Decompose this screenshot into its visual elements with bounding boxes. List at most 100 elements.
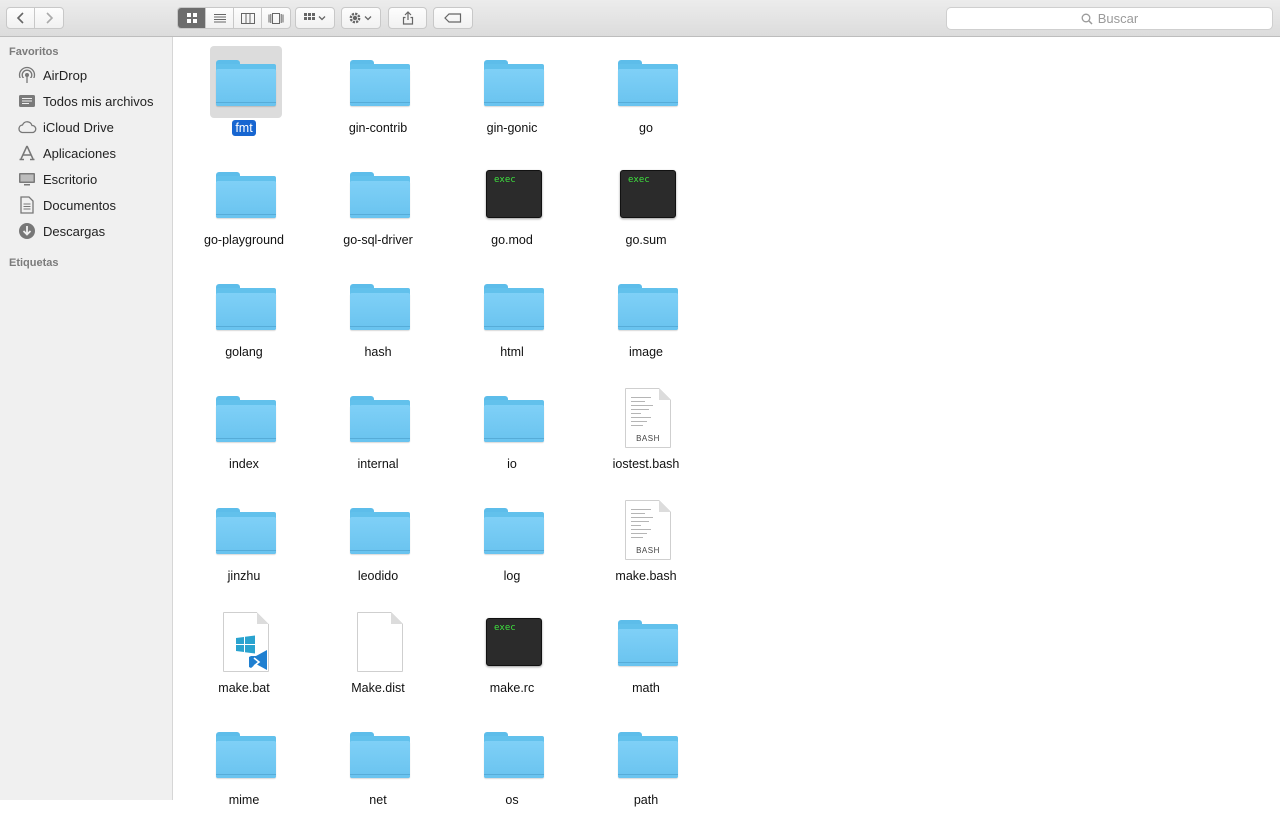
file-kind-label: BASH <box>636 546 660 555</box>
file-item[interactable]: exec go.mod <box>445 158 579 258</box>
all-files-icon <box>17 91 37 111</box>
sidebar-item-documents[interactable]: Documentos <box>0 193 172 217</box>
sidebar-item-airdrop[interactable]: AirDrop <box>0 63 172 87</box>
file-icon-container <box>478 718 550 790</box>
file-item[interactable]: net <box>311 718 445 818</box>
bash-script-icon: BASH <box>625 500 671 560</box>
file-item[interactable]: math <box>579 606 713 706</box>
gear-icon <box>349 12 372 24</box>
file-item[interactable]: Make.dist <box>311 606 445 706</box>
file-item[interactable]: image <box>579 270 713 370</box>
file-icon-container <box>612 270 684 342</box>
file-item[interactable]: go-sql-driver <box>311 158 445 258</box>
file-item[interactable]: exec make.rc <box>445 606 579 706</box>
column-view-button[interactable] <box>234 8 262 28</box>
icon-grid-icon <box>186 13 197 23</box>
file-icon-container <box>478 46 550 118</box>
file-item[interactable]: leodido <box>311 494 445 594</box>
icon-view-button[interactable] <box>178 8 206 28</box>
file-icon-container <box>344 382 416 454</box>
sidebar: Favoritos AirDrop Todos mis archivos iCl… <box>0 37 173 800</box>
vscode-document-icon <box>223 612 269 672</box>
search-icon <box>1081 13 1093 25</box>
file-item[interactable]: BASH make.bash <box>579 494 713 594</box>
file-item[interactable]: log <box>445 494 579 594</box>
file-name: html <box>500 345 524 359</box>
file-name: index <box>229 457 259 471</box>
folder-icon <box>618 618 678 666</box>
file-icon-container <box>210 46 282 118</box>
exec-badge: exec <box>494 175 516 185</box>
file-item[interactable]: go-playground <box>177 158 311 258</box>
sidebar-item-applications[interactable]: Aplicaciones <box>0 141 172 165</box>
file-item[interactable]: path <box>579 718 713 818</box>
terminal-exec-icon: exec <box>486 170 542 218</box>
file-name: internal <box>357 457 399 471</box>
sidebar-item-desktop[interactable]: Escritorio <box>0 167 172 191</box>
file-name: make.bat <box>218 681 270 695</box>
file-item[interactable]: gin-contrib <box>311 46 445 146</box>
action-button[interactable] <box>341 7 381 29</box>
chevron-left-icon <box>16 12 24 24</box>
file-name: go-playground <box>204 233 284 247</box>
search-field[interactable]: Buscar <box>946 7 1273 30</box>
terminal-exec-icon: exec <box>620 170 676 218</box>
file-item[interactable]: gin-gonic <box>445 46 579 146</box>
tags-button[interactable] <box>433 7 473 29</box>
sidebar-item-label: Aplicaciones <box>43 145 116 161</box>
list-view-button[interactable] <box>206 8 234 28</box>
file-icon-container <box>612 46 684 118</box>
back-button[interactable] <box>7 8 35 28</box>
gallery-view-button[interactable] <box>262 8 290 28</box>
tag-icon <box>444 13 462 23</box>
folder-icon <box>350 170 410 218</box>
file-item[interactable]: hash <box>311 270 445 370</box>
file-item[interactable]: jinzhu <box>177 494 311 594</box>
file-item[interactable]: mime <box>177 718 311 818</box>
file-icon-container <box>612 718 684 790</box>
file-name: net <box>369 793 387 807</box>
file-item[interactable]: exec go.sum <box>579 158 713 258</box>
favorites-header: Favoritos <box>9 46 59 58</box>
sidebar-item-all-files[interactable]: Todos mis archivos <box>0 89 172 113</box>
file-icon-container <box>210 270 282 342</box>
file-item[interactable]: BASH iostest.bash <box>579 382 713 482</box>
bash-script-icon: BASH <box>625 388 671 448</box>
file-name: leodido <box>357 569 399 583</box>
file-name: io <box>507 457 517 471</box>
file-icon-container: exec <box>478 158 550 230</box>
nav-buttons <box>6 7 64 29</box>
file-icon-container <box>478 494 550 566</box>
file-item[interactable]: make.bat <box>177 606 311 706</box>
sidebar-item-icloud-drive[interactable]: iCloud Drive <box>0 115 172 139</box>
folder-icon <box>618 282 678 330</box>
file-icon-container <box>210 718 282 790</box>
arrange-button[interactable] <box>295 7 335 29</box>
terminal-exec-icon: exec <box>486 618 542 666</box>
arrange-grid-icon <box>304 13 326 21</box>
sidebar-item-downloads[interactable]: Descargas <box>0 219 172 243</box>
file-name: go-sql-driver <box>343 233 413 247</box>
folder-icon <box>350 58 410 106</box>
file-item[interactable]: internal <box>311 382 445 482</box>
forward-button[interactable] <box>35 8 63 28</box>
cloud-icon <box>17 117 37 137</box>
folder-icon <box>216 282 276 330</box>
blank-document-icon <box>357 612 403 672</box>
file-item[interactable]: go <box>579 46 713 146</box>
file-item[interactable]: fmt <box>177 46 311 146</box>
file-item[interactable]: golang <box>177 270 311 370</box>
file-item[interactable]: io <box>445 382 579 482</box>
desktop-icon <box>17 169 37 189</box>
file-icon-container <box>210 382 282 454</box>
exec-badge: exec <box>628 175 650 185</box>
share-button[interactable] <box>388 7 427 29</box>
file-name: log <box>503 569 521 583</box>
file-item[interactable]: os <box>445 718 579 818</box>
search-placeholder: Buscar <box>1097 11 1139 26</box>
file-name: math <box>632 681 660 695</box>
file-item[interactable]: index <box>177 382 311 482</box>
file-icon-container <box>210 606 282 678</box>
file-icon-container: BASH <box>612 494 684 566</box>
file-item[interactable]: html <box>445 270 579 370</box>
